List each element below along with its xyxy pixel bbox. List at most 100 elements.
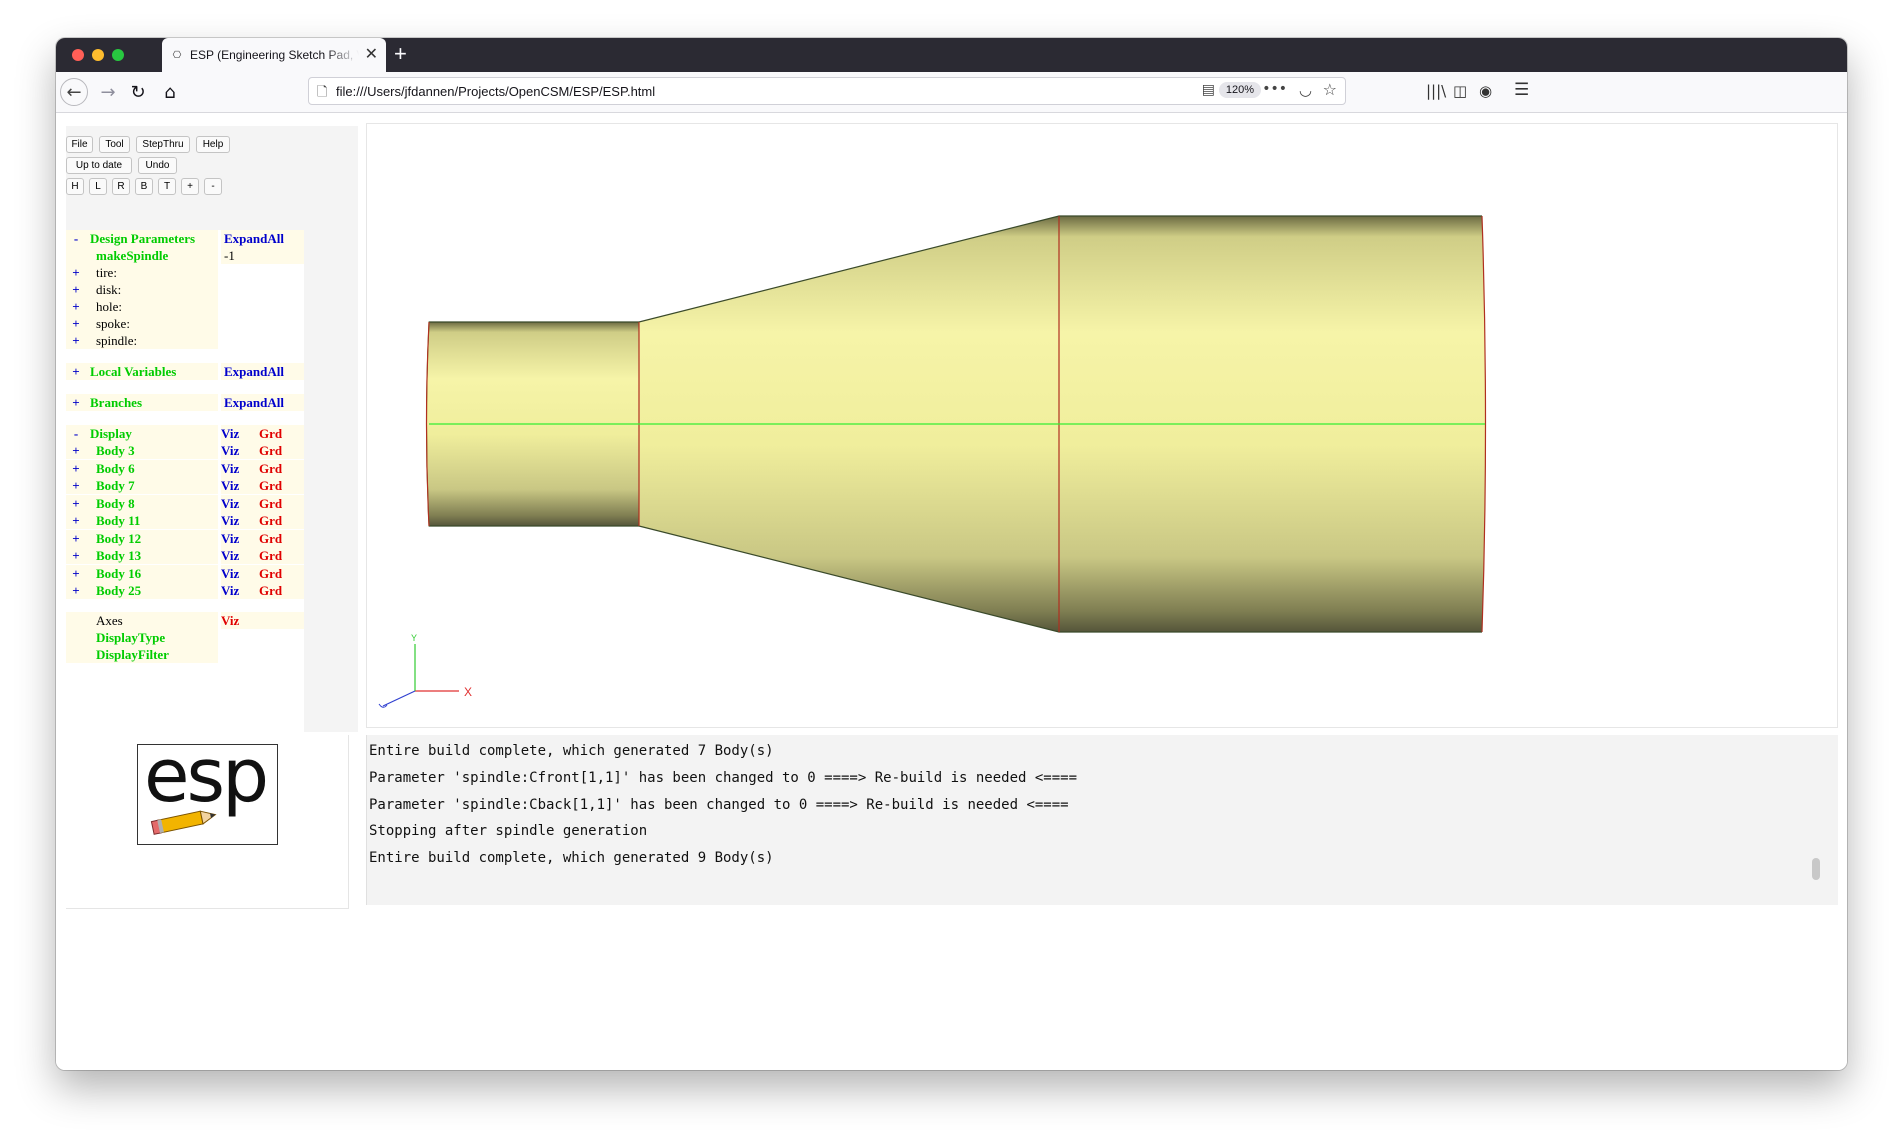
body-8-label[interactable]: Body 8	[86, 494, 218, 512]
sidebar-icon[interactable]: ◫	[1453, 82, 1467, 100]
graphics-viewport[interactable]: X Y	[366, 123, 1838, 728]
expand-tire[interactable]: +	[66, 264, 86, 281]
body-6-viz-toggle[interactable]: Viz	[221, 460, 239, 477]
tab-title: ESP (Engineering Sketch Pad, V	[190, 48, 359, 62]
new-tab-button[interactable]: +	[394, 43, 407, 65]
collapse-display[interactable]: -	[66, 425, 86, 442]
spindle-model[interactable]: X Y	[367, 124, 1837, 727]
zoom-out-button[interactable]: -	[204, 178, 222, 195]
minimize-window-button[interactable]	[92, 49, 104, 61]
body-16-grd-toggle[interactable]: Grd	[259, 565, 282, 582]
body-3-label[interactable]: Body 3	[86, 442, 218, 459]
expand-body-8[interactable]: +	[66, 494, 86, 512]
body-25-label[interactable]: Body 25	[86, 582, 218, 599]
expand-spoke[interactable]: +	[66, 315, 86, 332]
tool-button[interactable]: Tool	[99, 136, 130, 153]
make-spindle-label[interactable]: makeSpindle	[86, 247, 218, 264]
home-button[interactable]: ⌂	[156, 78, 184, 106]
display-filter-label[interactable]: DisplayFilter	[86, 646, 218, 663]
body-13-label[interactable]: Body 13	[86, 547, 218, 564]
local-variables-expand-all[interactable]: ExpandAll	[221, 363, 304, 380]
body-13-viz-toggle[interactable]: Viz	[221, 547, 239, 564]
display-label[interactable]: Display	[86, 425, 218, 442]
display-grd-toggle[interactable]: Grd	[259, 425, 282, 442]
make-spindle-value[interactable]: -1	[221, 247, 304, 264]
body-3-grd-toggle[interactable]: Grd	[259, 442, 282, 459]
body-16-label[interactable]: Body 16	[86, 564, 218, 582]
expand-body-25[interactable]: +	[66, 582, 86, 599]
pocket-icon[interactable]: ◡	[1299, 81, 1312, 99]
body-7-viz-toggle[interactable]: Viz	[221, 477, 239, 494]
display-type-label[interactable]: DisplayType	[86, 629, 218, 646]
body-8-viz-toggle[interactable]: Viz	[221, 495, 239, 512]
expand-body-6[interactable]: +	[66, 459, 86, 477]
design-parameters-label[interactable]: Design Parameters	[86, 230, 218, 247]
undo-button[interactable]: Undo	[138, 157, 177, 174]
reload-button[interactable]: ↻	[124, 78, 152, 106]
view-home-button[interactable]: H	[66, 178, 84, 195]
body-25-grd-toggle[interactable]: Grd	[259, 582, 282, 599]
expand-body-16[interactable]: +	[66, 564, 86, 582]
view-left-button[interactable]: L	[89, 178, 107, 195]
body-12-label[interactable]: Body 12	[86, 529, 218, 547]
body-11-viz-toggle[interactable]: Viz	[221, 512, 239, 529]
expand-body-11[interactable]: +	[66, 512, 86, 529]
body-7-grd-toggle[interactable]: Grd	[259, 477, 282, 494]
body-12-viz-toggle[interactable]: Viz	[221, 530, 239, 547]
url-bar[interactable]: 🗋 file:///Users/jfdannen/Projects/OpenCS…	[308, 77, 1346, 105]
expand-spindle[interactable]: +	[66, 332, 86, 349]
body-16-viz-toggle[interactable]: Viz	[221, 565, 239, 582]
console-scrollbar[interactable]	[1812, 858, 1820, 880]
body-7-label[interactable]: Body 7	[86, 477, 218, 494]
branches-label[interactable]: Branches	[86, 394, 218, 411]
expand-body-12[interactable]: +	[66, 529, 86, 547]
expand-branches[interactable]: +	[66, 394, 86, 411]
view-top-button[interactable]: T	[158, 178, 176, 195]
stepthru-button[interactable]: StepThru	[136, 136, 190, 153]
library-icon[interactable]: |||\	[1426, 82, 1446, 100]
body-13-grd-toggle[interactable]: Grd	[259, 547, 282, 564]
expand-body-13[interactable]: +	[66, 547, 86, 564]
body-12-grd-toggle[interactable]: Grd	[259, 530, 282, 547]
zoom-window-button[interactable]	[112, 49, 124, 61]
view-right-button[interactable]: R	[112, 178, 130, 195]
y-axis-label: Y	[411, 633, 417, 643]
close-window-button[interactable]	[72, 49, 84, 61]
more-actions-icon[interactable]: •••	[1262, 81, 1287, 97]
display-viz-toggle[interactable]: Viz	[221, 425, 239, 442]
body-11-label[interactable]: Body 11	[86, 512, 218, 529]
message-console[interactable]: Entire build complete, which generated 7…	[366, 735, 1838, 905]
local-variables-label[interactable]: Local Variables	[86, 363, 218, 380]
branches-expand-all[interactable]: ExpandAll	[221, 394, 304, 411]
bookmark-star-icon[interactable]: ☆	[1323, 80, 1337, 99]
up-to-date-button[interactable]: Up to date	[66, 157, 132, 174]
body-6-grd-toggle[interactable]: Grd	[259, 460, 282, 477]
account-icon[interactable]: ◉	[1479, 82, 1492, 100]
zoom-in-button[interactable]: +	[181, 178, 199, 195]
body-3-viz-toggle[interactable]: Viz	[221, 442, 239, 459]
forward-button[interactable]: →	[94, 78, 122, 106]
expand-body-7[interactable]: +	[66, 477, 86, 494]
view-bottom-button[interactable]: B	[135, 178, 153, 195]
url-text[interactable]: file:///Users/jfdannen/Projects/OpenCSM/…	[336, 84, 655, 99]
reader-view-icon[interactable]: ▤	[1202, 82, 1215, 98]
body-8-grd-toggle[interactable]: Grd	[259, 495, 282, 512]
expand-hole[interactable]: +	[66, 298, 86, 315]
help-button[interactable]: Help	[196, 136, 230, 153]
expand-local-variables[interactable]: +	[66, 363, 86, 380]
expand-body-3[interactable]: +	[66, 442, 86, 459]
file-button[interactable]: File	[66, 136, 93, 153]
collapse-design-parameters[interactable]: -	[66, 230, 86, 247]
hamburger-menu-icon[interactable]: ☰	[1514, 80, 1529, 100]
body-11-grd-toggle[interactable]: Grd	[259, 512, 282, 529]
expand-disk[interactable]: +	[66, 281, 86, 298]
back-button[interactable]: ←	[60, 78, 88, 106]
design-parameters-expand-all[interactable]: ExpandAll	[221, 230, 304, 247]
axes-viz-toggle[interactable]: Viz	[221, 612, 239, 629]
body-6-label[interactable]: Body 6	[86, 459, 218, 477]
body-25-viz-toggle[interactable]: Viz	[221, 582, 239, 599]
tree-row-branches: + Branches ExpandAll	[66, 394, 304, 411]
tab-esp[interactable]: ⎔ ESP (Engineering Sketch Pad, V ✕	[162, 38, 386, 72]
zoom-level-badge[interactable]: 120%	[1218, 82, 1261, 98]
tab-close-icon[interactable]: ✕	[365, 47, 378, 63]
